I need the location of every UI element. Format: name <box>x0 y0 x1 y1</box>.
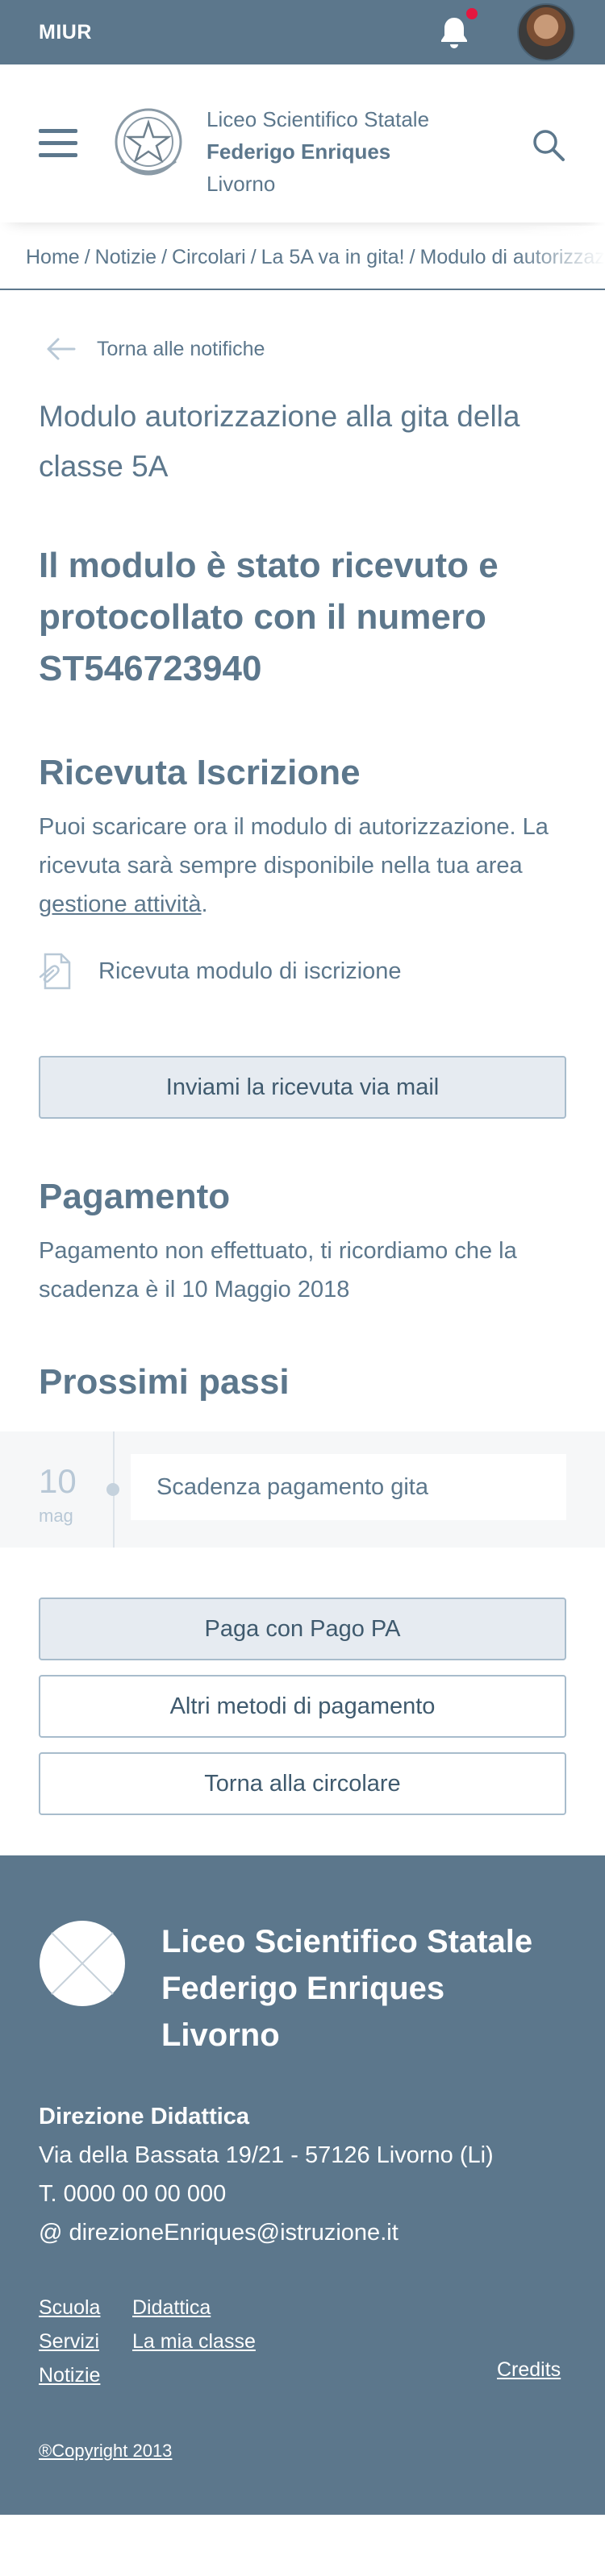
notification-dot <box>465 6 479 21</box>
school-city: Livorno <box>207 172 276 196</box>
timeline-month: mag <box>39 1506 73 1526</box>
footer-direction: Direzione Didattica <box>39 2104 250 2129</box>
italian-republic-emblem <box>115 108 182 176</box>
back-label: Torna alle notifiche <box>97 337 265 360</box>
timeline: 10 mag Scadenza pagamento gita <box>0 1431 605 1548</box>
footer-links: Scuola Didattica Servizi La mia classe N… <box>39 2291 256 2392</box>
footer-link-scuola[interactable]: Scuola <box>39 2291 100 2325</box>
timeline-day: 10 <box>39 1462 77 1500</box>
back-to-circular-button[interactable]: Torna alla circolare <box>39 1752 566 1815</box>
arrow-left-icon <box>47 338 76 360</box>
breadcrumb-gita[interactable]: La 5A va in gita! <box>261 246 405 269</box>
actions: Paga con Pago PA Altri metodi di pagamen… <box>0 1598 605 1815</box>
footer-phone: T. 0000 00 00 000 <box>39 2181 227 2207</box>
breadcrumb-home[interactable]: Home <box>26 246 80 269</box>
payment-title: Pagamento <box>39 1177 231 1216</box>
search-icon[interactable] <box>531 127 566 163</box>
school-title: Federigo Enriques <box>207 139 391 164</box>
breadcrumb-circolari[interactable]: Circolari <box>172 246 246 269</box>
site-header: Liceo Scientifico Statale Federigo Enriq… <box>0 64 605 222</box>
breadcrumb-current: Modulo di autorizzazione <box>419 245 605 268</box>
footer-link-didattica[interactable]: Didattica <box>132 2291 211 2325</box>
copyright-link[interactable]: ®Copyright 2013 <box>39 2441 172 2462</box>
activity-management-link[interactable]: gestione attività <box>39 891 202 917</box>
footer-school-name[interactable]: Liceo Scientifico Statale Federigo Enriq… <box>161 1918 532 2059</box>
page-title: Modulo autorizzazione alla gita della cl… <box>39 400 520 483</box>
school-type: Liceo Scientifico Statale <box>207 107 430 131</box>
protocol-confirmation: Il modulo è stato ricevuto e protocollat… <box>39 546 499 688</box>
footer-link-servizi[interactable]: Servizi <box>39 2325 99 2358</box>
breadcrumb-notizie[interactable]: Notizie <box>95 246 156 269</box>
back-to-notifications-link[interactable]: Torna alle notifiche <box>45 329 566 369</box>
footer-address: Via della Bassata 19/21 - 57126 Livorno … <box>39 2142 494 2168</box>
credits-link[interactable]: Credits <box>497 2358 561 2382</box>
main-content: Torna alle notifiche Modulo autorizzazio… <box>0 329 605 1402</box>
school-name[interactable]: Liceo Scientifico Statale Federigo Enriq… <box>207 103 429 200</box>
user-avatar[interactable] <box>517 3 575 61</box>
miur-brand[interactable]: MIUR <box>39 21 92 44</box>
footer-link-notizie[interactable]: Notizie <box>39 2358 100 2392</box>
breadcrumb: Home / Notizie / Circolari / La 5A va in gi… <box>0 226 605 290</box>
footer-email[interactable]: @ direzioneEnriques@istruzione.it <box>39 2213 494 2252</box>
pay-pagopa-button[interactable]: Paga con Pago PA <box>39 1598 566 1660</box>
next-steps-title: Prossimi passi <box>39 1362 290 1402</box>
other-payment-methods-button[interactable]: Altri metodi di pagamento <box>39 1675 566 1738</box>
receipt-title: Ricevuta Iscrizione <box>39 753 361 792</box>
payment-text: Pagamento non effettuato, ti ricordiamo … <box>39 1238 517 1303</box>
document-attachment-icon <box>39 953 71 990</box>
file-label: Ricevuta modulo di iscrizione <box>98 958 402 984</box>
hamburger-menu-icon[interactable] <box>39 129 77 158</box>
footer: Liceo Scientifico Statale Federigo Enriq… <box>0 1855 605 2515</box>
top-bar: MIUR <box>0 0 605 64</box>
receipt-text: Puoi scaricare ora il modulo di autorizz… <box>39 814 549 917</box>
timeline-event[interactable]: Scadenza pagamento gita <box>131 1454 566 1520</box>
send-receipt-mail-button[interactable]: Inviami la ricevuta via mail <box>39 1056 566 1119</box>
receipt-file-link[interactable]: Ricevuta modulo di iscrizione <box>39 949 566 993</box>
placeholder-logo <box>40 1921 125 2006</box>
footer-link-la-mia-classe[interactable]: La mia classe <box>132 2325 256 2358</box>
timeline-dot <box>106 1483 119 1496</box>
footer-contact-info: Direzione Didattica Via della Bassata 19… <box>39 2097 494 2252</box>
